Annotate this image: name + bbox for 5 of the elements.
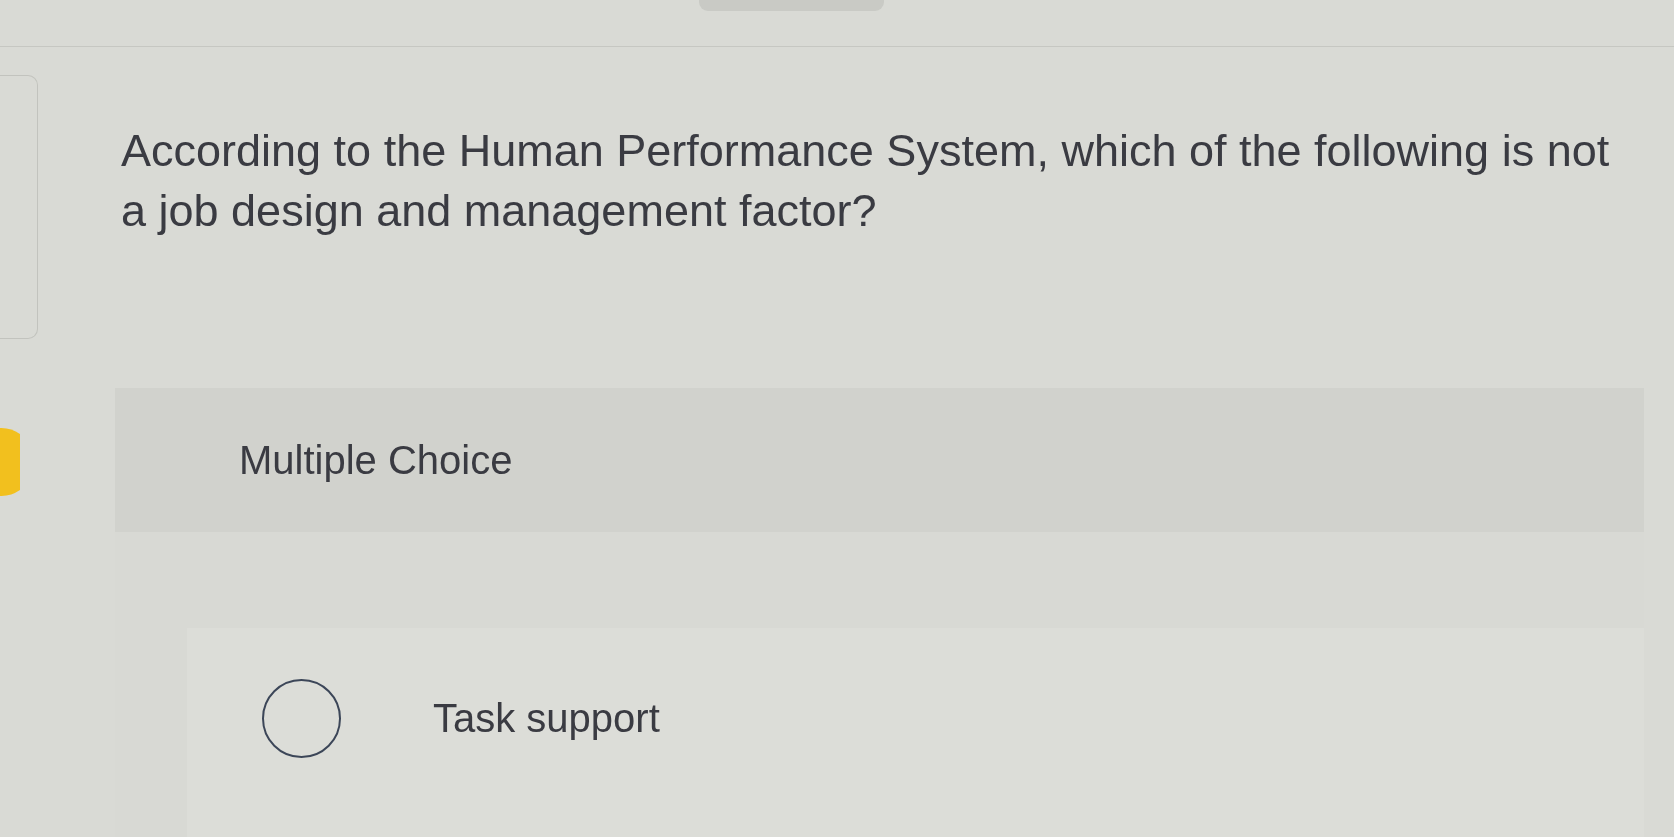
question-type-label: Multiple Choice bbox=[239, 437, 513, 483]
choice-label: Task support bbox=[433, 695, 660, 742]
radio-button[interactable] bbox=[262, 679, 341, 758]
choice-option[interactable]: Task support bbox=[187, 628, 1644, 837]
question-text: According to the Human Performance System, which of the following is not a job design and management factor? bbox=[121, 124, 1611, 238]
